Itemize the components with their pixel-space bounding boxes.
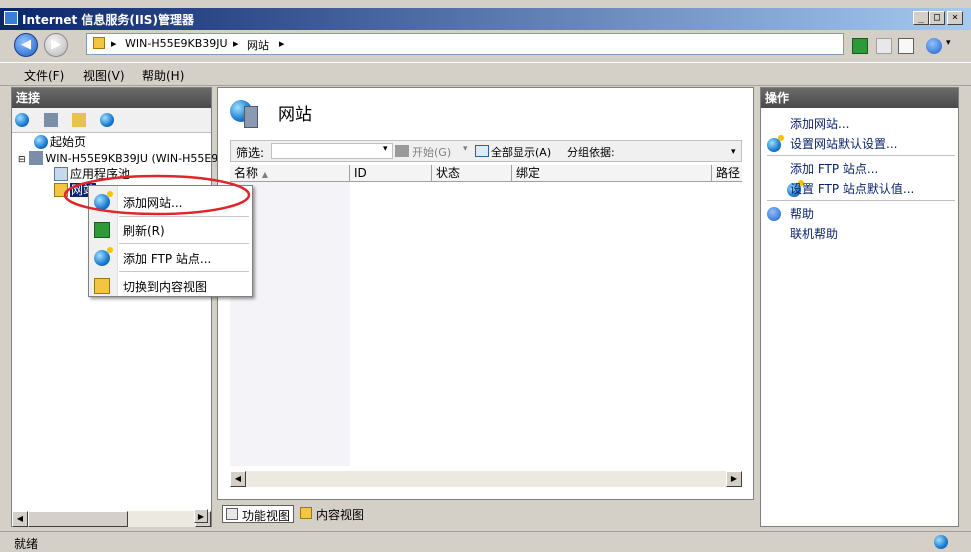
annotation-ellipse — [63, 174, 251, 216]
address-bar: ◀ ▶ ▸ WIN-H55E9KB39JU ▸ 网站 ▸ ▾ — [0, 30, 971, 62]
status-bar: 就绪 — [0, 531, 971, 552]
back-button[interactable]: ◀ — [14, 33, 38, 57]
menu-bar: 文件(F) 视图(V) 帮助(H) — [0, 62, 971, 86]
maximize-button[interactable]: □ — [929, 11, 945, 25]
close-button[interactable]: × — [947, 11, 963, 25]
action-set-ftp-defaults[interactable]: 设置 FTP 站点默认值... — [790, 180, 914, 197]
status-connection-icon — [934, 535, 948, 549]
show-all-button[interactable]: 全部显示(A) — [491, 144, 551, 160]
help-icon[interactable] — [926, 38, 942, 54]
tab-content-view[interactable]: 内容视图 — [298, 505, 370, 523]
minimize-button[interactable]: _ — [913, 11, 929, 25]
sites-globe-icon — [230, 100, 262, 130]
context-menu-switch-content-view[interactable]: 切换到内容视图 — [89, 272, 252, 298]
add-site-icon — [767, 135, 784, 152]
column-status[interactable]: 状态 — [432, 165, 512, 181]
filter-dropdown-icon[interactable]: ▾ — [383, 144, 388, 154]
toolbar-overflow-icon[interactable]: ▾ — [731, 147, 736, 157]
action-add-site[interactable]: 添加网站... — [790, 115, 849, 132]
actions-panel: 操作 添加网站... 设置网站默认设置... 添加 FTP 站点... 设置 F… — [760, 87, 959, 527]
up-folder-icon[interactable] — [72, 113, 86, 127]
filter-bar: 筛选: ▾ 开始(G) ▾ 全部显示(A) 分组依据: ▾ — [230, 140, 742, 162]
refresh-icon — [94, 222, 110, 238]
tree-item-start[interactable]: 起始页 — [34, 134, 86, 150]
home-icon[interactable] — [898, 38, 914, 54]
content-view-icon — [300, 507, 312, 519]
start-filter-button[interactable]: 开始(G) — [412, 144, 451, 160]
connections-hscrollbar[interactable]: ◀ ▶ — [12, 511, 211, 527]
action-help[interactable]: 帮助 — [790, 205, 814, 222]
disconnect-icon[interactable] — [100, 113, 114, 127]
column-id[interactable]: ID — [350, 165, 432, 181]
content-view-icon — [94, 278, 110, 294]
list-hscrollbar[interactable]: ◀ ▶ — [230, 471, 742, 487]
show-all-icon — [475, 145, 489, 157]
add-ftp-icon — [94, 247, 113, 266]
forward-button[interactable]: ▶ — [44, 33, 68, 57]
tree-item-server[interactable]: ⊟ WIN-H55E9KB39JU (WIN-H55E9 — [18, 150, 218, 166]
save-icon[interactable] — [44, 113, 58, 127]
annotation-ellipse-shape — [63, 174, 251, 216]
iis-app-icon — [4, 11, 18, 25]
list-scroll-right-button[interactable]: ▶ — [726, 471, 742, 487]
list-scroll-left-button[interactable]: ◀ — [230, 471, 246, 487]
menu-help[interactable]: 帮助(H) — [142, 67, 184, 84]
address-field[interactable]: ▸ WIN-H55E9KB39JU ▸ 网站 ▸ — [86, 33, 844, 55]
panel-collapse-button[interactable]: ▶ — [194, 509, 208, 523]
connections-toolbar — [12, 108, 211, 133]
menu-file[interactable]: 文件(F) — [24, 67, 64, 84]
connect-icon[interactable] — [15, 113, 29, 127]
page-title: 网站 — [278, 105, 312, 125]
connections-header: 连接 — [12, 88, 211, 108]
sites-list[interactable] — [230, 182, 742, 466]
collapse-toggle-icon[interactable]: ⊟ — [18, 155, 26, 165]
actions-header: 操作 — [761, 88, 958, 108]
server-icon — [29, 151, 44, 165]
folder-icon — [93, 37, 105, 49]
group-by-label[interactable]: 分组依据: — [567, 144, 615, 160]
features-view-icon — [226, 508, 238, 520]
refresh-icon[interactable] — [852, 38, 868, 54]
connections-panel: 连接 起始页 ⊟ WIN-H55E9KB39JU (WIN-H55E9 应用程序… — [11, 87, 218, 527]
crumb-server[interactable]: WIN-H55E9KB39JU — [125, 37, 228, 50]
context-menu-refresh[interactable]: 刷新(R) — [89, 216, 252, 242]
help-circle-icon — [767, 207, 781, 221]
sort-ascending-icon: ▲ — [261, 170, 268, 179]
start-page-icon — [34, 135, 48, 149]
action-add-ftp[interactable]: 添加 FTP 站点... — [790, 160, 878, 177]
action-set-site-defaults[interactable]: 设置网站默认设置... — [790, 135, 897, 152]
back-arrow-icon: ◀ — [21, 37, 31, 52]
window-title: Internet 信息服务(IIS)管理器 — [22, 13, 194, 27]
title-bar: Internet 信息服务(IIS)管理器 _ □ × — [0, 8, 971, 30]
menu-view[interactable]: 视图(V) — [83, 67, 125, 84]
start-dropdown-icon[interactable]: ▾ — [463, 144, 468, 154]
forward-arrow-icon: ▶ — [51, 37, 61, 52]
content-panel: 网站 筛选: ▾ 开始(G) ▾ 全部显示(A) 分组依据: ▾ 名称 ▲ ID… — [217, 87, 754, 500]
filter-label: 筛选: — [236, 146, 265, 160]
context-menu-add-ftp[interactable]: 添加 FTP 站点... — [89, 244, 252, 270]
stop-icon[interactable] — [876, 38, 892, 54]
column-path[interactable]: 路径 — [712, 165, 742, 181]
crumb-sites[interactable]: 网站 — [247, 37, 269, 53]
list-header: 名称 ▲ ID 状态 绑定 路径 — [230, 165, 742, 182]
help-dropdown-icon[interactable]: ▾ — [946, 38, 951, 48]
binoculars-icon — [395, 145, 409, 157]
filter-input[interactable] — [271, 143, 393, 159]
column-binding[interactable]: 绑定 — [512, 165, 712, 181]
status-text: 就绪 — [14, 537, 39, 551]
tab-features-view[interactable]: 功能视图 — [222, 505, 294, 523]
scroll-left-button[interactable]: ◀ — [12, 511, 28, 527]
action-online-help[interactable]: 联机帮助 — [790, 225, 838, 242]
scroll-thumb[interactable] — [28, 511, 128, 527]
